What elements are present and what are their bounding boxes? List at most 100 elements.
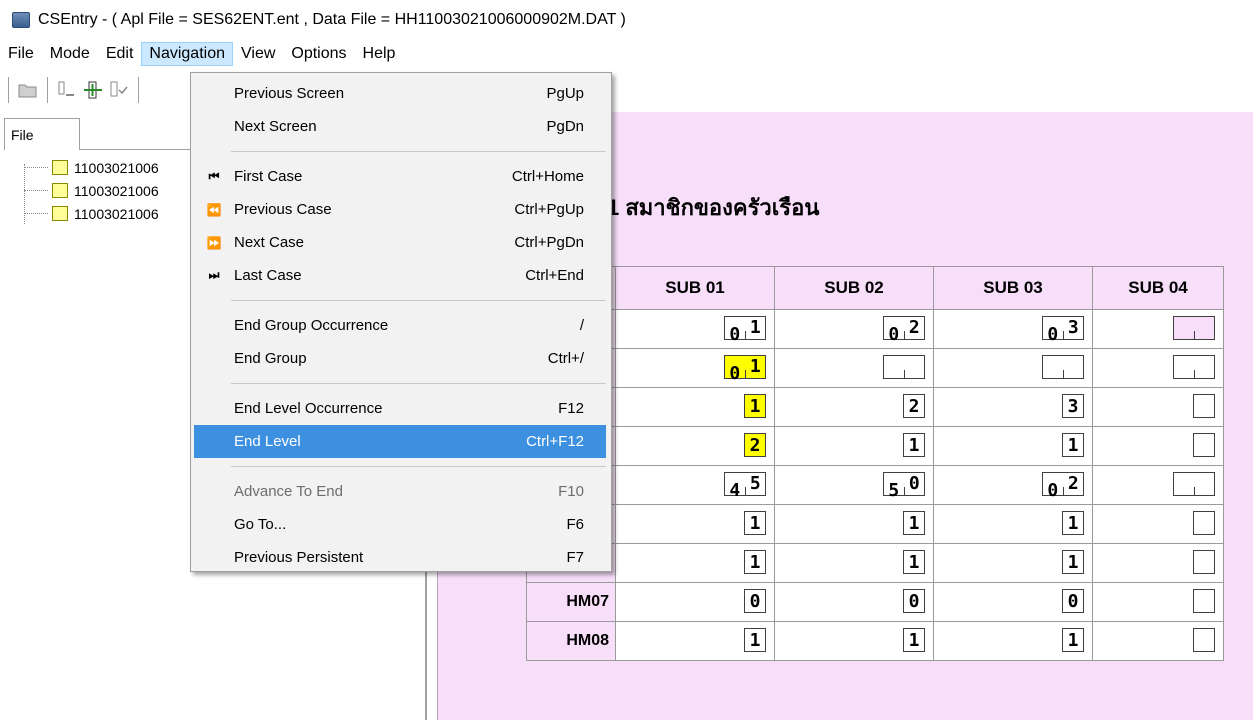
menu-item-label: Previous Case: [234, 201, 332, 218]
entry-field[interactable]: 2: [903, 394, 925, 418]
entry-field[interactable]: 1: [744, 511, 766, 535]
menu-item-first-case[interactable]: ⏮ First Case Ctrl+Home: [194, 160, 606, 193]
menu-mode[interactable]: Mode: [42, 42, 98, 66]
tree-collapse-icon[interactable]: [56, 79, 78, 101]
menu-item-label: End Group Occurrence: [234, 317, 389, 334]
open-folder-icon[interactable]: [17, 79, 39, 101]
menu-item-end-group-occurrence[interactable]: End Group Occurrence /: [194, 309, 606, 342]
window-title: CSEntry - ( Apl File = SES62ENT.ent , Da…: [38, 11, 626, 28]
case-icon: [52, 183, 68, 198]
entry-field[interactable]: [1193, 394, 1215, 418]
table-row: 1 2 3: [526, 387, 1224, 427]
menu-edit[interactable]: Edit: [98, 42, 142, 66]
menu-item-label: First Case: [234, 168, 303, 185]
menu-item-last-case[interactable]: ⏭ Last Case Ctrl+End: [194, 259, 606, 292]
table-row: 01: [526, 348, 1224, 388]
digit: 5: [749, 473, 761, 494]
form-title: 1 สมาชิกของครัวเรือน: [607, 195, 820, 220]
entry-field[interactable]: 1: [903, 511, 925, 535]
digit: 1: [749, 317, 761, 338]
menu-item-shortcut: Ctrl+/: [547, 350, 584, 367]
grid-cell: 0: [615, 582, 775, 622]
entry-field[interactable]: 02: [883, 316, 925, 344]
menu-file[interactable]: File: [0, 42, 42, 66]
entry-field[interactable]: [1173, 316, 1215, 340]
menu-options[interactable]: Options: [283, 42, 354, 66]
entry-field[interactable]: [1193, 433, 1215, 457]
entry-field[interactable]: 50: [883, 472, 925, 500]
menu-item-previous-case[interactable]: ⏪ Previous Case Ctrl+PgUp: [194, 193, 606, 226]
entry-field[interactable]: 1: [744, 628, 766, 652]
digit: [1174, 370, 1195, 378]
entry-field[interactable]: 3: [1062, 394, 1084, 418]
digit: 3: [1067, 317, 1079, 338]
entry-field[interactable]: [1193, 589, 1215, 613]
menu-separator: [231, 151, 606, 152]
menu-item-shortcut: Ctrl+PgUp: [514, 201, 584, 218]
menu-item-end-level-occurrence[interactable]: End Level Occurrence F12: [194, 392, 606, 425]
entry-field[interactable]: 45: [724, 472, 766, 500]
menu-item-label: Advance To End: [234, 483, 343, 500]
entry-field[interactable]: 0: [744, 589, 766, 613]
menu-view[interactable]: View: [233, 42, 283, 66]
tab-file[interactable]: File: [4, 118, 80, 150]
menu-item-previous-screen[interactable]: Previous Screen PgUp: [194, 77, 606, 110]
entry-field[interactable]: 1: [1062, 550, 1084, 574]
menu-navigation[interactable]: Navigation: [141, 42, 233, 66]
column-header: SUB 03: [933, 266, 1093, 310]
menu-item-label: Next Screen: [234, 118, 317, 135]
menu-item-label: Next Case: [234, 234, 305, 251]
table-row: 1 1 1: [526, 504, 1224, 544]
navigation-menu: Previous Screen PgUp Next Screen PgDn ⏮ First…: [190, 72, 612, 572]
menu-item-end-level[interactable]: End Level Ctrl+F12: [194, 425, 606, 458]
digit: [1174, 331, 1195, 339]
verify-icon[interactable]: [108, 79, 130, 101]
entry-field[interactable]: [1173, 472, 1215, 496]
entry-field[interactable]: [1193, 628, 1215, 652]
menu-item-shortcut: Ctrl+F12: [526, 433, 584, 450]
entry-field[interactable]: [1173, 355, 1215, 379]
entry-field[interactable]: [883, 355, 925, 379]
entry-field[interactable]: [1042, 355, 1084, 379]
tree-item[interactable]: 11003021006: [24, 202, 159, 225]
menu-item-label: End Level Occurrence: [234, 400, 383, 417]
menu-item-shortcut: Ctrl+PgDn: [514, 234, 584, 251]
entry-field[interactable]: 01: [724, 355, 766, 383]
entry-field[interactable]: 1: [903, 628, 925, 652]
entry-field[interactable]: 1: [903, 550, 925, 574]
entry-field[interactable]: 1: [903, 433, 925, 457]
entry-field[interactable]: 03: [1042, 316, 1084, 344]
tree-expand-icon[interactable]: [82, 79, 104, 101]
grid-cell: [1092, 582, 1224, 622]
table-row: 455002: [526, 465, 1224, 505]
entry-field[interactable]: 01: [724, 316, 766, 344]
entry-field[interactable]: 1: [1062, 628, 1084, 652]
entry-field[interactable]: 1: [1062, 433, 1084, 457]
grid-cell: 1: [933, 426, 1093, 466]
menu-item-next-case[interactable]: ⏩ Next Case Ctrl+PgDn: [194, 226, 606, 259]
entry-field[interactable]: 0: [1062, 589, 1084, 613]
tree-item[interactable]: 11003021006: [24, 179, 159, 202]
entry-field[interactable]: 1: [744, 550, 766, 574]
entry-field[interactable]: 02: [1042, 472, 1084, 500]
entry-field[interactable]: 0: [903, 589, 925, 613]
entry-field[interactable]: 1: [1062, 511, 1084, 535]
menu-item-next-screen[interactable]: Next Screen PgDn: [194, 110, 606, 143]
menu-item-end-group[interactable]: End Group Ctrl+/: [194, 342, 606, 375]
entry-field[interactable]: 1: [744, 394, 766, 418]
menu-item-shortcut: Ctrl+End: [525, 267, 584, 284]
menu-item-go-to[interactable]: Go To... F6: [194, 508, 606, 541]
digit: 0: [908, 473, 920, 494]
menu-item-previous-persistent[interactable]: Previous Persistent F7: [194, 541, 606, 574]
entry-field[interactable]: 2: [744, 433, 766, 457]
menu-item-advance-to-end[interactable]: Advance To End F10: [194, 475, 606, 508]
entry-field[interactable]: [1193, 511, 1215, 535]
menu-help[interactable]: Help: [355, 42, 404, 66]
digit: [1174, 487, 1195, 495]
menu-item-label: End Group: [234, 350, 307, 367]
grid-cell: 02: [774, 309, 934, 349]
tree-item[interactable]: 11003021006: [24, 156, 159, 179]
grid-cell: 1: [615, 504, 775, 544]
entry-field[interactable]: [1193, 550, 1215, 574]
roster-grid: SUB 01 SUB 02 SUB 03 SUB 04 010203011232…: [526, 266, 1224, 661]
